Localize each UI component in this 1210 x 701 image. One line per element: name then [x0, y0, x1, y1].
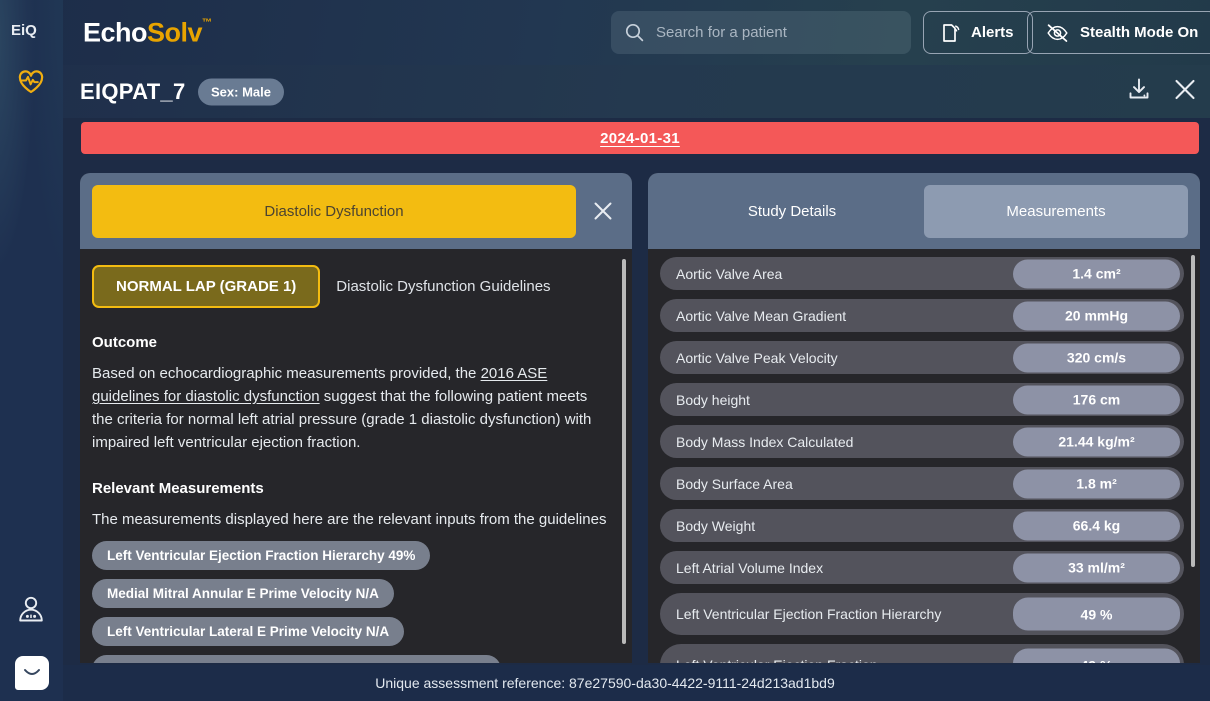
measurement-value: 21.44 kg/m²	[1013, 427, 1180, 456]
eiq-logo-icon: EiQ	[11, 22, 37, 38]
svg-text:EiQ: EiQ	[11, 22, 37, 38]
grade-row: NORMAL LAP (GRADE 1) Diastolic Dysfuncti…	[92, 265, 610, 308]
measurement-value: 320 cm/s	[1013, 343, 1180, 372]
measurement-label: Aortic Valve Mean Gradient	[676, 307, 847, 324]
table-row[interactable]: Aortic Valve Peak Velocity 320 cm/s	[660, 341, 1184, 374]
measurement-value: 66.4 kg	[1013, 511, 1180, 540]
right-panel-scrollbar[interactable]	[1191, 255, 1195, 567]
close-button[interactable]	[1172, 76, 1198, 107]
grade-badge[interactable]: NORMAL LAP (GRADE 1)	[92, 265, 321, 308]
table-row[interactable]: Left Atrial Volume Index 33 ml/m²	[660, 551, 1184, 584]
measurement-chip[interactable]: Left Ventricular Ejection Fraction Hiera…	[92, 541, 431, 570]
measurement-label: Aortic Valve Peak Velocity	[676, 349, 838, 366]
app-root: EiQ EchoSolv™ Search for a patient Alert…	[0, 0, 1210, 701]
measurement-label: Aortic Valve Area	[676, 265, 783, 282]
outcome-text: Based on echocardiographic measurements …	[92, 362, 610, 454]
left-panel-close-button[interactable]	[586, 199, 620, 223]
alerts-button[interactable]: Alerts	[923, 11, 1033, 54]
left-panel-body: NORMAL LAP (GRADE 1) Diastolic Dysfuncti…	[80, 249, 632, 663]
assessment-reference: Unique assessment reference: 87e27590-da…	[375, 675, 835, 691]
relevant-measurement-chips: Left Ventricular Ejection Fraction Hiera…	[92, 541, 610, 663]
page-title: EIQPAT_7	[80, 78, 186, 104]
alerts-label: Alerts	[971, 24, 1014, 41]
sidebar-item-heart[interactable]	[12, 63, 50, 101]
chip-row: Medial Mitral Annular Tissue Doppler E T…	[92, 655, 610, 663]
diastolic-dysfunction-title: Diastolic Dysfunction	[92, 184, 576, 238]
measurement-label: Left Ventricular Ejection Fraction	[676, 656, 878, 663]
brand-trademark: ™	[202, 17, 212, 28]
guidelines-label: Diastolic Dysfunction Guidelines	[336, 278, 551, 295]
top-bar: EchoSolv™ Search for a patient Alerts St…	[63, 0, 1210, 65]
footer: Unique assessment reference: 87e27590-da…	[0, 665, 1210, 701]
close-icon	[1175, 79, 1195, 99]
chip-row: Medial Mitral Annular E Prime Velocity N…	[92, 579, 610, 617]
measurement-value: 176 cm	[1013, 385, 1180, 414]
study-panel: Study Details Measurements Aortic Valve …	[648, 173, 1200, 663]
stealth-mode-button[interactable]: Stealth Mode On	[1027, 11, 1210, 54]
sidebar-item-profile[interactable]	[12, 590, 50, 628]
study-date-label: 2024-01-31	[600, 129, 680, 147]
measurement-chip[interactable]: Left Ventricular Lateral E Prime Velocit…	[92, 617, 405, 646]
table-row[interactable]: Aortic Valve Mean Gradient 20 mmHg	[660, 299, 1184, 332]
measurement-label: Left Atrial Volume Index	[676, 559, 824, 576]
download-button[interactable]	[1126, 76, 1152, 107]
alerts-icon	[943, 23, 960, 42]
measurement-value: 20 mmHg	[1013, 301, 1180, 330]
download-icon	[1129, 78, 1149, 98]
measurement-value: 49 %	[1013, 597, 1180, 631]
table-row[interactable]: Left Ventricular Ejection Fraction Hiera…	[660, 593, 1184, 635]
tab-study-details[interactable]: Study Details	[660, 185, 924, 238]
measurement-label: Body Surface Area	[676, 475, 793, 492]
status-badge: Sex: Male	[198, 78, 284, 105]
left-panel-scrollbar[interactable]	[622, 259, 626, 644]
relevant-measurements-heading: Relevant Measurements	[92, 480, 264, 497]
sidebar-item-chat[interactable]	[15, 656, 49, 690]
outcome-text-part1: Based on echocardiographic measurements …	[92, 365, 481, 382]
measurement-label: Left Ventricular Ejection Fraction Hiera…	[676, 606, 942, 622]
measurement-value: 1.4 cm²	[1013, 259, 1180, 288]
table-row[interactable]: Left Ventricular Ejection Fraction 49 %	[660, 644, 1184, 663]
table-row[interactable]: Body Weight 66.4 kg	[660, 509, 1184, 542]
chip-row: Left Ventricular Lateral E Prime Velocit…	[92, 617, 610, 655]
stealth-mode-label: Stealth Mode On	[1080, 24, 1199, 41]
table-row[interactable]: Body Surface Area 1.8 m²	[660, 467, 1184, 500]
left-sidebar: EiQ	[0, 0, 63, 701]
eye-off-icon	[1047, 23, 1068, 42]
measurement-value: 49 %	[1013, 648, 1180, 663]
tab-measurements[interactable]: Measurements	[924, 184, 1188, 238]
outcome-heading: Outcome	[92, 334, 158, 351]
chip-row: Left Ventricular Ejection Fraction Hiera…	[92, 541, 610, 579]
eiq-logo: EiQ	[8, 16, 48, 44]
close-icon	[594, 202, 612, 220]
search-icon	[625, 23, 644, 42]
table-row[interactable]: Body height 176 cm	[660, 383, 1184, 416]
search-input[interactable]: Search for a patient	[611, 11, 911, 54]
diastolic-dysfunction-panel: Diastolic Dysfunction NORMAL LAP (GRADE …	[80, 173, 632, 663]
table-row[interactable]: Aortic Valve Area 1.4 cm²	[660, 257, 1184, 290]
measurement-value: 1.8 m²	[1013, 469, 1180, 498]
measurements-list: Aortic Valve Area 1.4 cm² Aortic Valve Mea…	[648, 249, 1200, 663]
brand-primary: Echo	[83, 17, 148, 47]
doctor-user-icon	[19, 596, 43, 621]
right-panel-tabs: Study Details Measurements	[648, 173, 1200, 249]
measurement-rows: Aortic Valve Area 1.4 cm² Aortic Valve Mea…	[660, 257, 1184, 663]
left-panel-header: Diastolic Dysfunction	[80, 173, 632, 249]
relevant-measurements-subtitle: The measurements displayed here are the …	[92, 511, 607, 528]
brand-accent: Solv	[147, 17, 203, 47]
search-placeholder: Search for a patient	[656, 24, 787, 41]
measurement-chip[interactable]: Medial Mitral Annular Tissue Doppler E T…	[92, 655, 502, 663]
measurement-value: 33 ml/m²	[1013, 553, 1180, 582]
chat-bubble-icon	[24, 669, 40, 675]
study-date-banner[interactable]: 2024-01-31	[81, 122, 1199, 154]
table-row[interactable]: Body Mass Index Calculated 21.44 kg/m²	[660, 425, 1184, 458]
heart-pulse-icon	[18, 70, 44, 94]
echosolv-logo: EchoSolv™	[83, 17, 212, 48]
measurement-label: Body height	[676, 391, 750, 408]
patient-bar: EIQPAT_7 Sex: Male	[63, 65, 1210, 118]
measurement-label: Body Weight	[676, 517, 756, 534]
measurement-label: Body Mass Index Calculated	[676, 433, 854, 450]
measurement-chip[interactable]: Medial Mitral Annular E Prime Velocity N…	[92, 579, 394, 608]
